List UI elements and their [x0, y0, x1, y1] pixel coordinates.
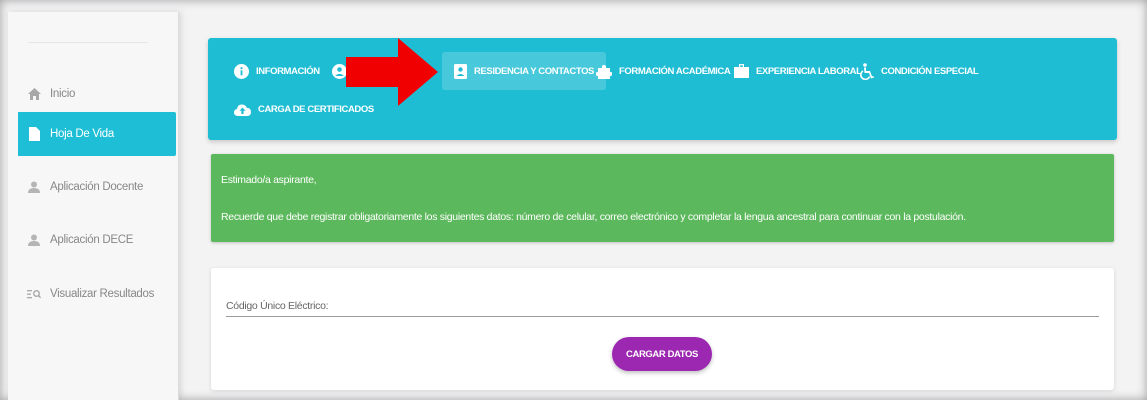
puzzle-icon	[596, 64, 612, 79]
tab-informacion[interactable]: INFORMACIÓN	[234, 52, 320, 90]
sidebar-item-inicio[interactable]: Inicio	[18, 72, 176, 116]
notice-alert: Estimado/a aspirante, Recuerde que debe …	[211, 154, 1114, 242]
tab-label: FORMACIÓN ACADÉMICA	[619, 65, 731, 77]
wheelchair-icon	[860, 62, 874, 80]
account-icon	[332, 63, 347, 79]
form-card: Código Único Eléctrico: CARGAR DATOS	[211, 268, 1114, 390]
codigo-unico-label: Código Único Eléctrico:	[226, 300, 329, 312]
sidebar: Inicio Hoja De Vida Aplicación Docente A…	[8, 12, 179, 400]
list-search-icon	[18, 288, 50, 300]
sidebar-item-label: Inicio	[50, 88, 76, 100]
tab-formacion-academica[interactable]: FORMACIÓN ACADÉMICA	[596, 52, 731, 90]
tab-label: INFORMACIÓN	[256, 65, 320, 77]
tab-experiencia-laboral[interactable]: EXPERIENCIA LABORAL	[734, 52, 862, 90]
sidebar-item-label: Hoja De Vida	[50, 128, 114, 140]
app-frame: Inicio Hoja De Vida Aplicación Docente A…	[0, 0, 1147, 400]
sidebar-item-visualizar-resultados[interactable]: Visualizar Resultados	[18, 272, 176, 316]
cv-tabs-bar: INFORMACIÓN RESIDENCIA Y CONTACTOS FORMA…	[208, 38, 1117, 140]
user-icon	[18, 181, 50, 193]
sidebar-item-aplicacion-dece[interactable]: Aplicación DECE	[18, 218, 176, 262]
red-arrow-annotation	[346, 38, 438, 106]
cloud-upload-icon	[234, 103, 251, 116]
sidebar-item-label: Visualizar Resultados	[50, 288, 155, 300]
sidebar-divider	[28, 42, 148, 43]
document-icon	[18, 127, 50, 141]
sidebar-item-aplicacion-docente[interactable]: Aplicación Docente	[18, 165, 176, 209]
cargar-datos-button[interactable]: CARGAR DATOS	[612, 337, 712, 371]
sidebar-item-label: Aplicación DECE	[50, 234, 134, 246]
codigo-unico-input[interactable]	[226, 316, 1099, 317]
user-icon	[18, 234, 50, 246]
tab-condicion-especial[interactable]: CONDICIÓN ESPECIAL	[860, 52, 979, 90]
home-icon	[18, 88, 50, 100]
tab-label: RESIDENCIA Y CONTACTOS	[474, 65, 594, 77]
notice-message: Recuerde que debe registrar obligatoriam…	[221, 211, 966, 223]
sidebar-item-label: Aplicación Docente	[50, 181, 144, 193]
tab-label: CONDICIÓN ESPECIAL	[881, 65, 979, 77]
tab-residencia-y-contactos[interactable]: RESIDENCIA Y CONTACTOS	[442, 52, 606, 90]
briefcase-icon	[734, 64, 749, 78]
sidebar-item-hoja-de-vida[interactable]: Hoja De Vida	[18, 112, 176, 156]
notice-greeting: Estimado/a aspirante,	[221, 174, 317, 186]
tab-label: EXPERIENCIA LABORAL	[756, 65, 862, 77]
contact-card-icon	[454, 63, 467, 79]
info-icon	[234, 63, 249, 79]
